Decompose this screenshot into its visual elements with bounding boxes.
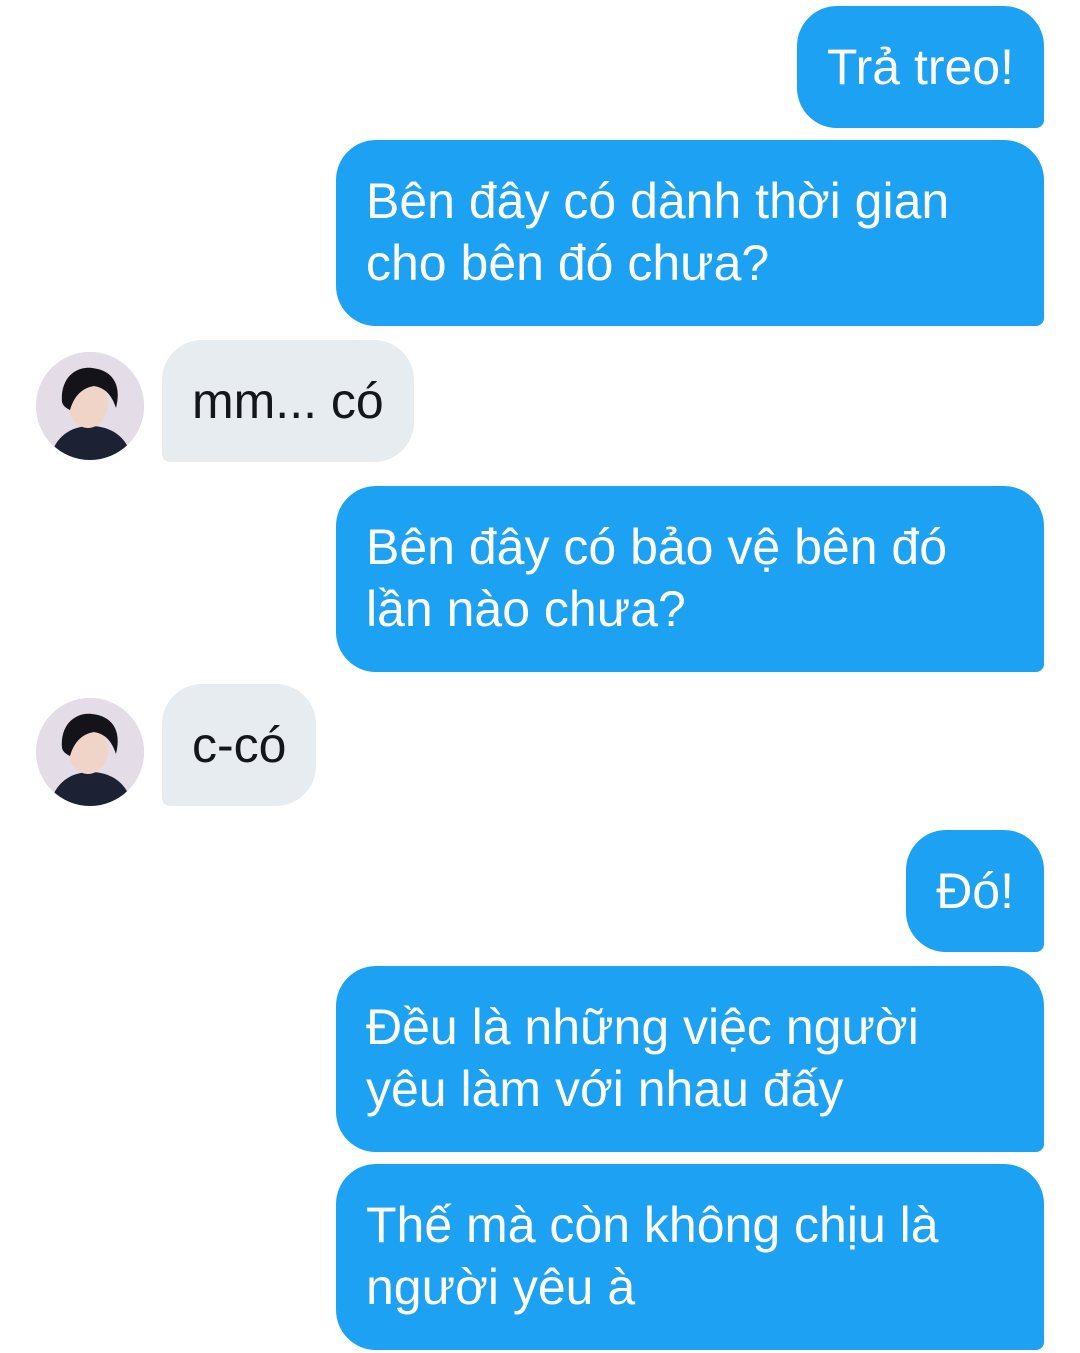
message-text: lần nào chưa? — [366, 581, 686, 637]
sent-message-bubble[interactable]: Bên đây có bảo vệ bên đó lần nào chưa? — [336, 486, 1044, 672]
message-text: Trả treo! — [826, 39, 1014, 95]
sent-message-bubble[interactable]: Đó! — [906, 830, 1044, 952]
message-text: Thế mà còn không chịu là — [366, 1197, 939, 1253]
received-message-bubble[interactable]: c-có — [162, 684, 317, 806]
sent-message-bubble[interactable]: Đều là những việc người yêu làm với nhau… — [336, 966, 1044, 1152]
contact-avatar[interactable] — [36, 698, 144, 806]
received-message-bubble[interactable]: mm... có — [162, 340, 414, 462]
message-text: cho bên đó chưa? — [366, 235, 770, 291]
message-text: người yêu à — [366, 1259, 636, 1315]
message-text: Đó! — [936, 863, 1014, 919]
sent-message-bubble[interactable]: Thế mà còn không chịu là người yêu à — [336, 1164, 1044, 1350]
avatar-icon — [36, 352, 144, 460]
contact-avatar[interactable] — [36, 352, 144, 460]
message-text: Bên đây có dành thời gian — [366, 173, 950, 229]
message-text: yêu làm với nhau đấy — [366, 1061, 844, 1117]
avatar-icon — [36, 698, 144, 806]
message-text: c-có — [192, 717, 287, 773]
message-text: mm... có — [192, 373, 384, 429]
sent-message-bubble[interactable]: Bên đây có dành thời gian cho bên đó chư… — [336, 140, 1044, 326]
message-text: Bên đây có bảo vệ bên đó — [366, 519, 948, 575]
sent-message-bubble[interactable]: Trả treo! — [796, 6, 1044, 128]
message-text: Đều là những việc người — [366, 999, 919, 1055]
